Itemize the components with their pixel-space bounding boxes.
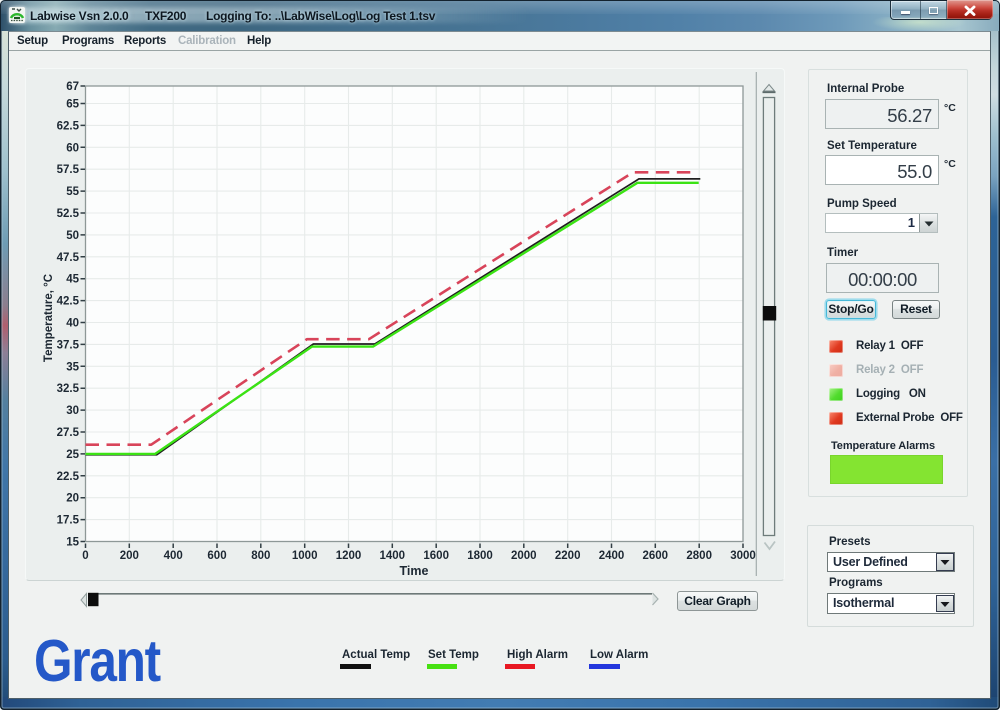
svg-text:2600: 2600 bbox=[643, 550, 669, 562]
svg-text:Time: Time bbox=[400, 564, 429, 578]
svg-text:2200: 2200 bbox=[555, 550, 581, 562]
svg-text:32.5: 32.5 bbox=[57, 383, 80, 395]
svg-text:400: 400 bbox=[164, 550, 183, 562]
svg-text:37.5: 37.5 bbox=[57, 339, 80, 351]
svg-text:600: 600 bbox=[207, 550, 226, 562]
svg-text:62.5: 62.5 bbox=[57, 120, 80, 132]
svg-text:52.5: 52.5 bbox=[57, 208, 80, 220]
svg-text:Temperature, °C: Temperature, °C bbox=[43, 274, 55, 362]
svg-text:200: 200 bbox=[120, 550, 139, 562]
svg-text:40: 40 bbox=[66, 318, 79, 330]
svg-text:25: 25 bbox=[66, 449, 79, 461]
svg-text:30: 30 bbox=[66, 405, 79, 417]
svg-text:800: 800 bbox=[251, 550, 270, 562]
svg-text:1000: 1000 bbox=[292, 550, 318, 562]
svg-text:27.5: 27.5 bbox=[57, 427, 80, 439]
svg-text:3000: 3000 bbox=[730, 550, 756, 562]
svg-text:60: 60 bbox=[66, 142, 79, 154]
svg-text:67: 67 bbox=[66, 81, 79, 93]
svg-text:1600: 1600 bbox=[423, 550, 449, 562]
svg-text:50: 50 bbox=[66, 230, 79, 242]
svg-text:17.5: 17.5 bbox=[57, 515, 80, 527]
svg-text:1200: 1200 bbox=[336, 550, 362, 562]
svg-text:15: 15 bbox=[66, 537, 79, 549]
svg-text:55: 55 bbox=[66, 186, 79, 198]
svg-text:57.5: 57.5 bbox=[57, 164, 80, 176]
svg-text:20: 20 bbox=[66, 493, 79, 505]
svg-text:45: 45 bbox=[66, 274, 79, 286]
svg-text:2000: 2000 bbox=[511, 550, 537, 562]
svg-text:22.5: 22.5 bbox=[57, 471, 80, 483]
svg-text:47.5: 47.5 bbox=[57, 252, 80, 264]
svg-text:35: 35 bbox=[66, 361, 79, 373]
svg-text:65: 65 bbox=[66, 99, 79, 111]
svg-text:2800: 2800 bbox=[686, 550, 712, 562]
svg-text:2400: 2400 bbox=[599, 550, 625, 562]
svg-text:1400: 1400 bbox=[380, 550, 406, 562]
svg-text:1800: 1800 bbox=[467, 550, 493, 562]
svg-text:0: 0 bbox=[82, 550, 88, 562]
svg-text:42.5: 42.5 bbox=[57, 296, 80, 308]
